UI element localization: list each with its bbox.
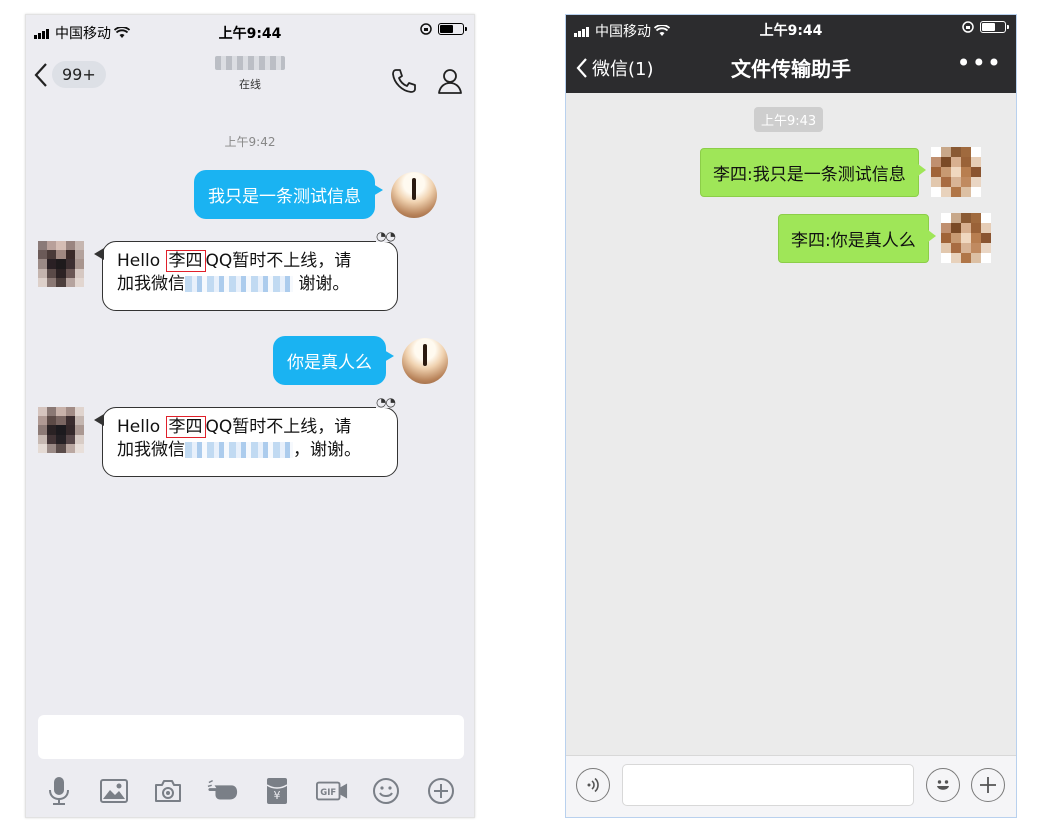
status-bar: 中国移动 上午9:44: [566, 15, 1016, 43]
hello-text: Hello: [117, 251, 161, 271]
emoji-icon[interactable]: [370, 775, 402, 807]
incoming-bubble[interactable]: ◔◔ Hello 李四 QQ暂时不上线，请 加我微信 谢谢。: [94, 230, 398, 311]
message-line-1: Hello 李四 QQ暂时不上线，请: [117, 416, 383, 439]
message-text: QQ暂时不上线，请: [205, 417, 352, 437]
outgoing-bubble[interactable]: 你是真人么: [273, 336, 394, 385]
page-title: 文件传输助手: [731, 57, 851, 81]
message-line-2: 加我微信 ，谢谢。: [117, 439, 383, 462]
contact-name-blurred: [215, 56, 285, 70]
battery-area: [420, 23, 467, 35]
status-bar: 中国移动 上午9:44: [26, 15, 474, 47]
voice-icon[interactable]: [576, 768, 610, 802]
message-text: QQ暂时不上线，请: [205, 251, 352, 271]
my-avatar[interactable]: [940, 213, 991, 263]
outgoing-bubble[interactable]: 我只是一条测试信息: [194, 170, 383, 219]
chat-timestamp: 上午9:43: [754, 107, 824, 132]
message-text: 加我微信: [117, 440, 185, 460]
mosaic-avatar: [38, 241, 84, 287]
phone-icon[interactable]: [390, 67, 418, 95]
chat-header: 99+ 在线: [26, 47, 474, 107]
status-time: 上午9:44: [759, 23, 823, 39]
contact-avatar[interactable]: [38, 407, 86, 455]
message-line-1: Hello 李四 QQ暂时不上线，请: [117, 250, 383, 273]
my-avatar[interactable]: [930, 147, 981, 197]
message-text: 加我微信: [117, 274, 185, 294]
more-button[interactable]: •••: [957, 49, 1002, 77]
my-avatar[interactable]: [402, 337, 448, 384]
message-text: ，谢谢。: [293, 440, 361, 460]
bubble-tail: [94, 414, 104, 426]
microphone-icon[interactable]: [43, 775, 75, 807]
highlighted-name: 李四: [165, 250, 206, 272]
my-avatar[interactable]: [391, 171, 437, 218]
message-row-outgoing: 你是真人么: [273, 336, 448, 385]
wechat-chat-screen: 中国移动 上午9:44 微信(1) 文件传输助手 ••• 上午9:43 李四:我…: [565, 14, 1017, 818]
battery-icon: [980, 21, 1009, 33]
svg-text:¥: ¥: [274, 789, 281, 802]
chat-header: 微信(1) 文件传输助手 •••: [566, 43, 1016, 93]
input-bar: [566, 755, 1016, 817]
input-toolbar: ¥ GIF: [26, 771, 474, 811]
poke-icon[interactable]: [207, 775, 239, 807]
message-line-2: 加我微信 谢谢。: [117, 273, 383, 296]
qq-chat-screen: 中国移动 上午9:44 99+ 在线 上午9:42 我只是一条测试信息 ◔◔ H…: [25, 14, 475, 818]
emoji-icon[interactable]: [926, 768, 960, 802]
orientation-lock-icon: [962, 21, 974, 33]
hello-text: Hello: [117, 417, 161, 437]
outgoing-bubble[interactable]: 李四:你是真人么: [778, 213, 936, 263]
header-actions: [390, 67, 464, 95]
message-input[interactable]: [622, 764, 914, 806]
image-icon[interactable]: [98, 775, 130, 807]
bubble-decoration-icon: ◔◔: [376, 229, 396, 243]
status-time: 上午9:44: [218, 26, 282, 42]
outgoing-bubble[interactable]: 李四:我只是一条测试信息: [700, 147, 926, 197]
message-row-outgoing: 李四:你是真人么: [778, 213, 991, 263]
svg-text:GIF: GIF: [320, 787, 336, 797]
orientation-lock-icon: [420, 23, 432, 35]
camera-icon[interactable]: [152, 775, 184, 807]
bubble-decoration-icon: ◔◔: [376, 395, 396, 409]
bubble-tail: [94, 248, 104, 260]
mosaic-avatar: [38, 407, 84, 453]
battery-area: [962, 21, 1009, 33]
message-row-outgoing: 我只是一条测试信息: [194, 170, 437, 219]
message-row-outgoing: 李四:我只是一条测试信息: [700, 147, 981, 197]
plus-icon[interactable]: [425, 775, 457, 807]
message-text: 谢谢。: [298, 274, 350, 294]
message-input[interactable]: [38, 715, 464, 759]
chat-timestamp: 上午9:42: [224, 135, 276, 149]
red-packet-icon[interactable]: ¥: [261, 775, 293, 807]
contact-avatar[interactable]: [38, 241, 86, 289]
incoming-bubble[interactable]: ◔◔ Hello 李四 QQ暂时不上线，请 加我微信 ，谢谢。: [94, 396, 398, 477]
contact-profile-icon[interactable]: [436, 67, 464, 95]
blurred-wechat-id: [185, 276, 293, 292]
blurred-wechat-id: [185, 442, 293, 458]
highlighted-name: 李四: [165, 416, 206, 438]
battery-icon: [438, 23, 467, 35]
gif-icon[interactable]: GIF: [315, 775, 348, 807]
plus-icon[interactable]: [971, 768, 1005, 802]
